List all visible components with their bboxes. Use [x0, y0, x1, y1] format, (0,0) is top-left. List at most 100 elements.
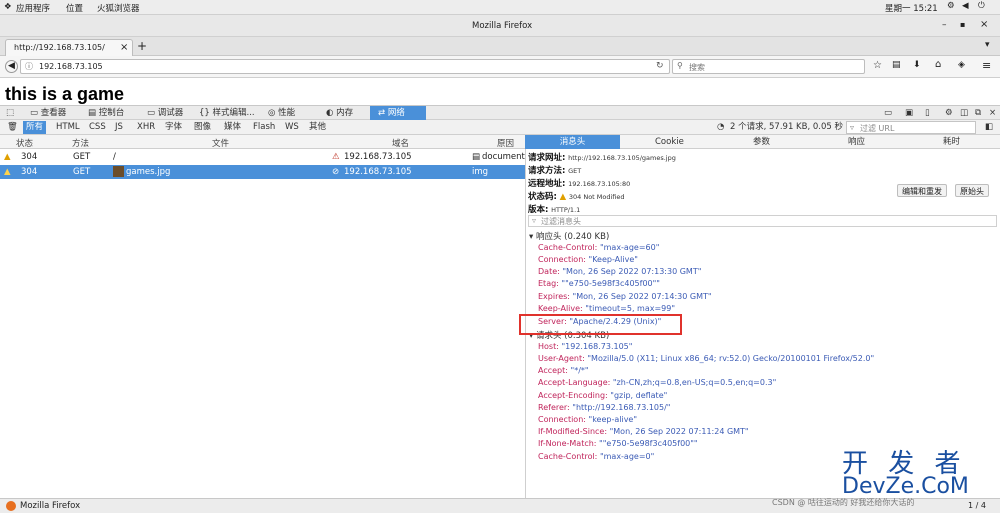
column-cause[interactable]: 原因	[497, 137, 514, 149]
minimize-button[interactable]: –	[942, 20, 947, 30]
browser-tab[interactable]: http://192.168.73.105/ ×	[5, 39, 133, 56]
browser-menu[interactable]: 火狐浏览器	[97, 2, 140, 14]
info-icon[interactable]: ⓘ	[25, 61, 33, 72]
undock-icon[interactable]: ⧉	[975, 106, 981, 120]
column-file[interactable]: 文件	[212, 137, 229, 149]
filter-ws[interactable]: WS	[282, 121, 302, 134]
library-icon[interactable]: ▤	[892, 60, 901, 70]
tab-memory-label: 内存	[336, 108, 354, 118]
header-key: Accept-Language:	[538, 378, 611, 387]
filter-flash[interactable]: Flash	[250, 121, 278, 134]
tab-memory[interactable]: ◐ 内存	[326, 106, 353, 120]
workspace-pager[interactable]: 1 / 4	[968, 501, 986, 510]
tab-timings[interactable]: 耗时	[943, 135, 960, 149]
filter-images[interactable]: 图像	[191, 121, 214, 134]
url-bar[interactable]: ⓘ 192.168.73.105 ↻	[20, 59, 670, 74]
version-value: HTTP/1.1	[551, 206, 581, 214]
header-key: User-Agent:	[538, 354, 585, 363]
request-row-selected[interactable]: ▲ 304 GET games.jpg ⊘ 192.168.73.105 img	[0, 165, 525, 179]
maximize-button[interactable]: ▪	[960, 20, 965, 29]
filter-other[interactable]: 其他	[306, 121, 329, 134]
filter-media[interactable]: 媒体	[221, 121, 244, 134]
edit-resend-button[interactable]: 编辑和重发	[897, 184, 947, 197]
reload-icon[interactable]: ↻	[656, 61, 664, 71]
tab-console[interactable]: ▤ 控制台	[88, 106, 124, 120]
tab-debugger[interactable]: ▭ 调试器	[147, 106, 183, 120]
download-icon[interactable]: ⬇	[913, 60, 921, 70]
filter-url-placeholder: 过滤 URL	[860, 124, 895, 133]
header-line: Cache-Control: "max-age=0"	[538, 452, 654, 461]
network-filter-bar: 🗑 所有 HTML CSS JS XHR 字体 图像 媒体 Flash WS 其…	[0, 120, 1000, 135]
pocket-icon[interactable]: ◈	[958, 60, 965, 70]
pick-element-icon[interactable]: ⬚	[6, 106, 14, 120]
filter-js[interactable]: JS	[112, 121, 126, 134]
status-value: 304 Not Modified	[568, 193, 625, 201]
filter-xhr[interactable]: XHR	[134, 121, 158, 134]
responsive-icon[interactable]: ▯	[925, 106, 930, 120]
taskbar-window[interactable]: Mozilla Firefox	[20, 501, 80, 511]
raw-headers-button[interactable]: 原始头	[955, 184, 989, 197]
header-key: Date:	[538, 267, 560, 276]
volume-icon[interactable]: ◀	[962, 1, 969, 11]
request-method-label: 请求方法:	[528, 166, 566, 176]
url-text[interactable]: 192.168.73.105	[39, 62, 103, 71]
image-thumbnail-icon	[113, 166, 124, 177]
tab-response[interactable]: 响应	[848, 135, 865, 149]
tab-list-icon[interactable]: ▾	[985, 40, 990, 50]
header-key: Host:	[538, 342, 559, 351]
places-menu[interactable]: 位置	[66, 2, 83, 14]
bookmark-star-icon[interactable]: ☆	[873, 60, 882, 71]
split-console-icon[interactable]: ▭	[884, 106, 892, 120]
header-line: If-None-Match: ""e750-5e98f3c405f00""	[538, 439, 698, 448]
tab-network[interactable]: ⇄ 网络	[370, 106, 426, 120]
filter-headers-input[interactable]: ▿ 过滤消息头	[528, 215, 997, 227]
settings-gear-icon[interactable]: ⚙	[945, 106, 953, 120]
firefox-icon[interactable]	[6, 501, 16, 511]
tab-performance[interactable]: ◎ 性能	[268, 106, 295, 120]
close-devtools-icon[interactable]: ×	[989, 106, 996, 120]
home-icon[interactable]: ⌂	[935, 59, 941, 70]
filter-html[interactable]: HTML	[53, 121, 83, 134]
header-key: Accept:	[538, 366, 568, 375]
tab-params[interactable]: 参数	[753, 135, 770, 149]
menu-icon[interactable]: ≡	[982, 59, 991, 72]
clock[interactable]: 星期一 15:21	[885, 2, 938, 14]
request-method-line: 请求方法: GET	[528, 164, 581, 176]
close-window-button[interactable]: ×	[980, 19, 988, 30]
tab-headers[interactable]: 消息头	[525, 135, 620, 149]
toggle-sidebar-icon[interactable]: ◧	[982, 121, 996, 134]
header-value: "Mon, 26 Sep 2022 07:14:30 GMT"	[572, 292, 712, 301]
new-tab-button[interactable]: +	[137, 39, 147, 53]
column-domain[interactable]: 域名	[392, 137, 409, 149]
apps-menu-icon[interactable]: ❖	[4, 2, 12, 12]
header-key: If-Modified-Since:	[538, 427, 608, 436]
filter-all[interactable]: 所有	[23, 121, 47, 134]
header-line: Etag: ""e750-5e98f3c405f00""	[538, 279, 660, 288]
scratchpad-icon[interactable]: ▣	[905, 106, 913, 120]
network-icon[interactable]: ⚙	[947, 1, 955, 11]
watermark-logo-latin: DevZe.CoM	[842, 474, 969, 499]
status-label: 状态码:	[528, 192, 557, 202]
header-value: "http://192.168.73.105/"	[572, 403, 671, 412]
header-key: If-None-Match:	[538, 439, 597, 448]
dock-side-icon[interactable]: ◫	[960, 106, 968, 120]
tab-inspector[interactable]: ▭ 查看器	[30, 106, 66, 120]
request-row[interactable]: ▲ 304 GET / ⚠ 192.168.73.105 ▤ document	[0, 150, 525, 164]
tab-network-label: 网络	[387, 108, 405, 118]
filter-url-input[interactable]: ▿ 过滤 URL	[846, 121, 976, 134]
column-method[interactable]: 方法	[72, 137, 89, 149]
header-value: "zh-CN,zh;q=0.8,en-US;q=0.5,en;q=0.3"	[612, 378, 777, 387]
performance-analysis-icon[interactable]: ◔	[714, 121, 727, 134]
tab-cookies[interactable]: Cookie	[655, 135, 684, 149]
power-icon[interactable]: ⏻	[978, 1, 985, 11]
filter-fonts[interactable]: 字体	[162, 121, 185, 134]
close-tab-icon[interactable]: ×	[120, 42, 128, 53]
filter-css[interactable]: CSS	[86, 121, 109, 134]
back-button[interactable]: ◀	[5, 60, 18, 73]
tab-style-editor[interactable]: {} 样式编辑...	[199, 106, 255, 120]
response-headers-section[interactable]: ▾ 响应头 (0.240 KB)	[529, 230, 609, 242]
apps-menu[interactable]: 应用程序	[16, 2, 50, 14]
search-field[interactable]: ⚲ 搜索	[672, 59, 865, 74]
clear-requests-icon[interactable]: 🗑	[4, 121, 21, 134]
column-status[interactable]: 状态	[16, 137, 33, 149]
